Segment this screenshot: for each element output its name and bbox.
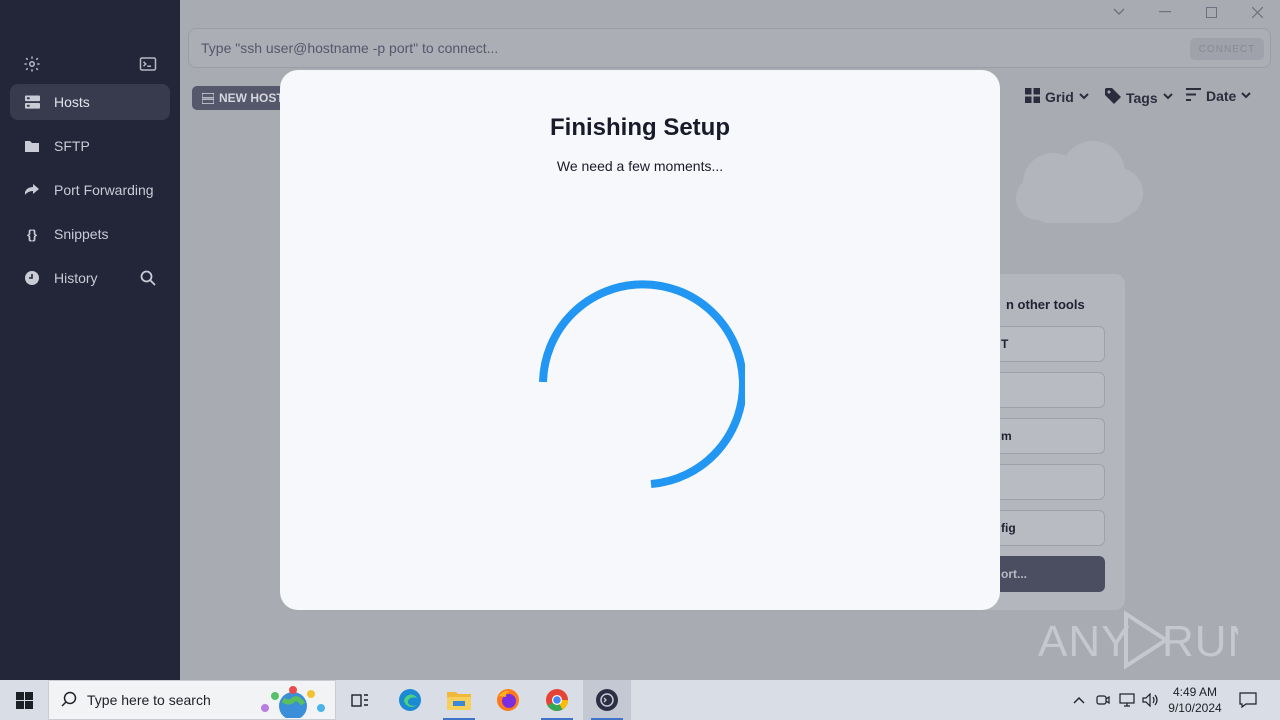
chevron-down-icon [1241, 91, 1252, 102]
clock-icon [24, 270, 40, 286]
svg-text:RUN: RUN [1162, 617, 1238, 666]
chevron-down-icon[interactable] [1111, 4, 1127, 20]
edge-browser-icon[interactable] [386, 680, 434, 720]
modal-subtitle: We need a few moments... [556, 158, 724, 174]
firefox-icon[interactable] [484, 680, 532, 720]
grid-view-button[interactable]: Grid [1025, 88, 1089, 106]
terminal-icon[interactable] [139, 55, 157, 73]
file-explorer-icon[interactable] [435, 680, 483, 720]
search-icon[interactable] [140, 270, 156, 286]
sidebar-item-label: SFTP [54, 138, 90, 154]
search-icon [61, 691, 77, 710]
sidebar-item-sftp[interactable]: SFTP [10, 128, 170, 164]
tags-filter-button[interactable]: Tags [1105, 88, 1173, 107]
grid-icon [1025, 88, 1040, 106]
date-sort-button[interactable]: Date [1186, 88, 1252, 104]
chrome-icon[interactable] [533, 680, 581, 720]
sort-icon [1186, 88, 1201, 104]
sidebar-item-snippets[interactable]: {} Snippets [10, 216, 170, 252]
tools-title: n other tools [1006, 297, 1085, 312]
sidebar-item-hosts[interactable]: Hosts [10, 84, 170, 120]
modal-title: Finishing Setup [550, 114, 730, 141]
grid-label: Grid [1045, 89, 1074, 105]
anyrun-watermark: ANY RUN [1038, 610, 1238, 670]
connect-button[interactable]: CONNECT [1190, 38, 1264, 60]
settings-gear-icon[interactable] [23, 55, 41, 73]
sidebar: Hosts SFTP Port Forwarding {} Snippets H… [0, 0, 180, 680]
sidebar-item-label: Snippets [54, 226, 109, 242]
braces-icon: {} [26, 226, 38, 242]
taskbar-clock[interactable]: 4:49 AM 9/10/2024 [1160, 684, 1230, 716]
volume-icon[interactable] [1141, 680, 1161, 720]
new-host-button[interactable]: NEW HOST [192, 86, 292, 110]
date-label: Date [1206, 88, 1237, 104]
chevron-up-icon[interactable] [1070, 680, 1088, 720]
globe-illustration-icon [257, 684, 329, 720]
sidebar-item-label: Port Forwarding [54, 182, 154, 198]
search-placeholder: Type here to search [87, 692, 211, 708]
minimize-icon[interactable] [1157, 4, 1173, 20]
sidebar-item-port-forwarding[interactable]: Port Forwarding [10, 172, 170, 208]
taskbar-search[interactable]: Type here to search [48, 680, 336, 720]
clock-date: 9/10/2024 [1168, 701, 1222, 715]
chevron-down-icon [1162, 92, 1173, 103]
tag-icon [1105, 88, 1121, 107]
folder-icon [24, 138, 40, 154]
new-host-label: NEW HOST [219, 91, 284, 105]
forward-arrow-icon [24, 182, 40, 198]
task-view-icon[interactable] [336, 680, 384, 720]
tags-label: Tags [1126, 89, 1158, 106]
svg-text:ANY: ANY [1038, 617, 1131, 666]
chevron-down-icon [1079, 92, 1089, 103]
termius-app-icon[interactable] [583, 680, 631, 720]
clock-time: 4:49 AM [1172, 685, 1218, 699]
setup-modal: Finishing Setup We need a few moments... [280, 70, 1000, 610]
hosts-icon [24, 94, 40, 110]
sidebar-item-label: Hosts [54, 94, 90, 110]
cloud-illustration-icon [1008, 138, 1146, 228]
loading-spinner [535, 280, 747, 490]
taskbar: Type here to search 4:49 AM 9/10/2024 [0, 680, 1280, 720]
close-icon[interactable] [1249, 4, 1265, 20]
sidebar-item-label: History [54, 270, 98, 286]
connect-input[interactable]: Type "ssh user@hostname -p port" to conn… [201, 40, 498, 56]
windows-start-icon[interactable] [0, 680, 48, 720]
maximize-icon[interactable] [1203, 4, 1219, 20]
hosts-icon [202, 92, 214, 104]
network-icon[interactable] [1117, 680, 1137, 720]
connect-bar: Type "ssh user@hostname -p port" to conn… [188, 28, 1271, 68]
meet-now-icon[interactable] [1094, 680, 1112, 720]
notification-icon[interactable] [1236, 680, 1260, 720]
